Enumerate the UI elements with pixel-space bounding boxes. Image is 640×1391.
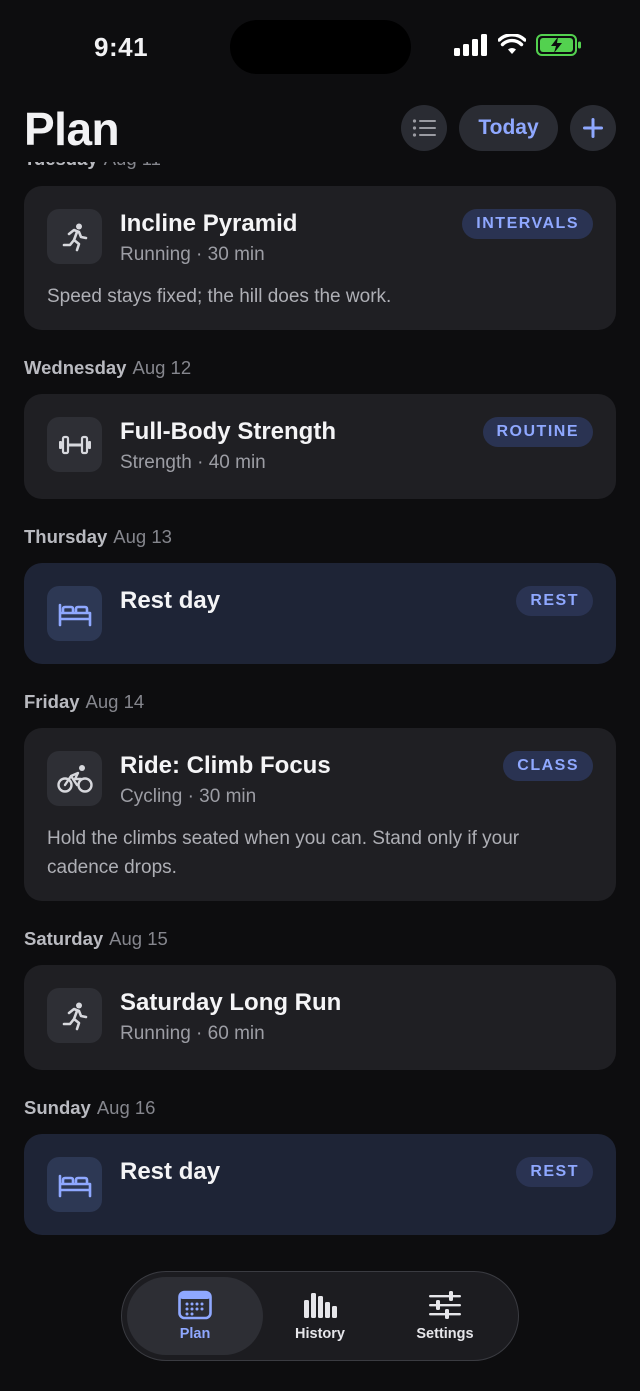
today-button[interactable]: Today [459, 105, 558, 151]
tab-plan[interactable]: Plan [127, 1277, 263, 1355]
battery-charging-icon [536, 34, 581, 56]
type-badge: CLASS [503, 751, 593, 781]
workout-card[interactable]: Incline Pyramid Running · 30 min INTERVA… [24, 186, 616, 330]
type-badge: REST [516, 1157, 593, 1187]
day-header: Friday Aug 14 [24, 691, 144, 713]
status-time: 9:41 [94, 32, 149, 62]
day-date: Aug 15 [109, 928, 168, 949]
tab-label: History [295, 1326, 345, 1342]
day-header: Thursday Aug 13 [24, 526, 172, 548]
wifi-icon [498, 34, 526, 54]
bar-chart-icon [304, 1293, 337, 1318]
day-name: Saturday [24, 928, 104, 949]
plus-icon [583, 118, 603, 138]
type-badge: ROUTINE [482, 417, 593, 447]
add-button[interactable] [570, 105, 616, 151]
card-title: Saturday Long Run [120, 989, 342, 1016]
list-view-button[interactable] [401, 105, 447, 151]
day-header: Sunday Aug 16 [24, 1097, 155, 1119]
bed-icon [47, 586, 102, 641]
day-name: Wednesday [24, 357, 127, 378]
card-title: Incline Pyramid [120, 210, 298, 237]
type-badge: REST [516, 586, 593, 616]
card-subtitle: Cycling · 30 min [120, 786, 257, 807]
running-icon [47, 988, 102, 1043]
running-icon [47, 209, 102, 264]
rest-day-card[interactable]: Rest day REST [24, 563, 616, 664]
tab-bar: Plan History Settings [121, 1271, 519, 1361]
card-title: Full-Body Strength [120, 418, 336, 445]
card-note: Hold the climbs seated when you can. Sta… [47, 828, 520, 878]
bed-icon [47, 1157, 102, 1212]
plan-screen: 9:41 Plan Today Incline Pyramid Running … [0, 0, 640, 1391]
day-date: Aug 16 [96, 1097, 156, 1118]
day-header: Saturday Aug 15 [24, 928, 168, 950]
cycling-icon [47, 751, 102, 806]
day-date: Aug 13 [113, 526, 172, 547]
workout-card[interactable]: Full-Body Strength Strength · 40 min ROU… [24, 394, 616, 499]
day-date: Aug 14 [85, 691, 145, 712]
workout-card[interactable]: Ride: Climb Focus Cycling · 30 min CLASS… [24, 728, 616, 901]
header: Plan Today [0, 96, 640, 162]
card-subtitle: Strength · 40 min [120, 452, 266, 473]
tab-settings[interactable]: Settings [377, 1277, 513, 1355]
dynamic-island [230, 20, 411, 74]
card-title: Rest day [120, 1158, 221, 1185]
dumbbell-icon [47, 417, 102, 472]
status-bar: 9:41 [0, 0, 640, 96]
day-header: Wednesday Aug 12 [24, 357, 191, 379]
day-date: Aug 12 [132, 357, 192, 378]
tab-label: Plan [179, 1326, 211, 1342]
card-subtitle: Running · 60 min [120, 1023, 265, 1044]
day-name: Thursday [24, 526, 108, 547]
type-badge: INTERVALS [462, 209, 593, 239]
tab-history[interactable]: History [252, 1277, 388, 1355]
card-title: Rest day [120, 587, 221, 614]
day-name: Friday [24, 691, 80, 712]
card-title: Ride: Climb Focus [120, 752, 331, 779]
day-name: Sunday [24, 1097, 91, 1118]
page-title: Plan [24, 103, 120, 155]
calendar-icon [178, 1290, 212, 1320]
card-subtitle: Running · 30 min [120, 244, 265, 265]
cellular-signal-icon [454, 34, 487, 56]
plan-feed[interactable]: TuesdayAug 11 Incline Pyramid Running · … [0, 150, 640, 1270]
card-note: Speed stays fixed; the hill does the wor… [47, 286, 392, 307]
list-icon [412, 119, 436, 137]
workout-card[interactable]: Saturday Long Run Running · 60 min [24, 965, 616, 1070]
rest-day-card[interactable]: Rest day REST [24, 1134, 616, 1235]
sliders-icon [429, 1291, 461, 1319]
tab-label: Settings [416, 1326, 474, 1342]
status-icons [454, 34, 582, 56]
